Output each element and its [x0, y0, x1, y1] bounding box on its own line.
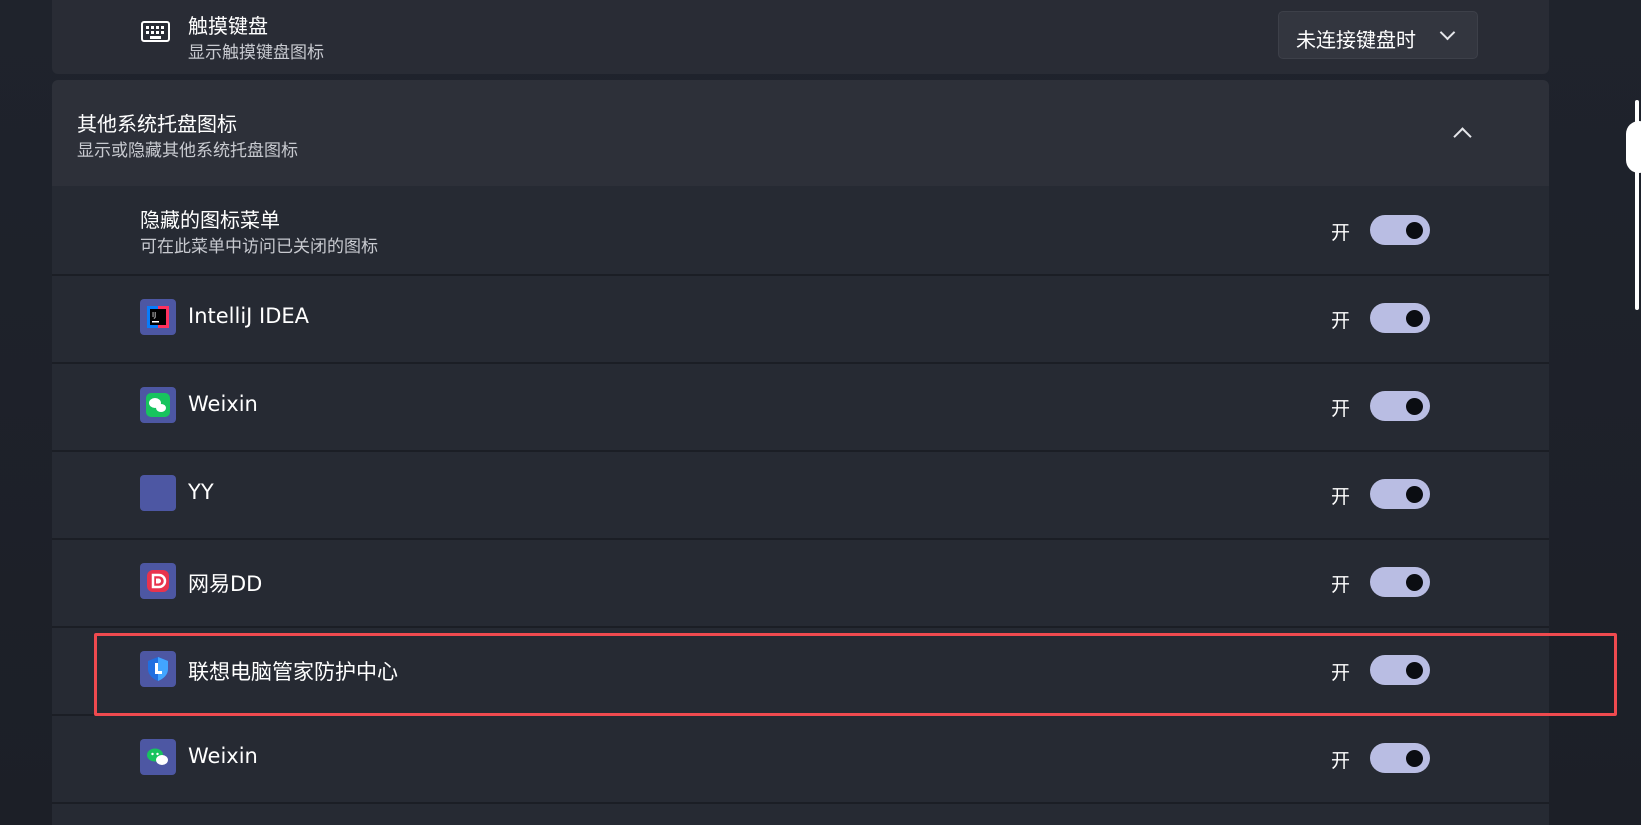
- toggle-state-label: 开: [1331, 222, 1351, 244]
- toggle-state-label: 开: [1331, 750, 1351, 772]
- toggle-state-label: 开: [1331, 310, 1351, 332]
- app-label: YY: [188, 480, 214, 504]
- toggle-state-label: 开: [1331, 486, 1351, 508]
- other-tray-icons-subtitle: 显示或隐藏其他系统托盘图标: [77, 141, 298, 161]
- touch-keyboard-subtitle: 显示触摸键盘图标: [188, 43, 324, 63]
- touch-keyboard-title: 触摸键盘: [188, 14, 268, 38]
- tray-app-row-yy: YY 开: [52, 450, 1549, 538]
- app-label: IntelliJ IDEA: [188, 304, 310, 328]
- toggle-state-label: 开: [1331, 398, 1351, 420]
- hidden-icon-menu-title: 隐藏的图标菜单: [140, 208, 280, 232]
- touch-keyboard-card: 触摸键盘 显示触摸键盘图标 未连接键盘时: [52, 0, 1549, 74]
- app-label: 网易DD: [188, 572, 263, 596]
- highlight-box: [94, 633, 1617, 716]
- tray-app-row-netease-dd: 网易DD 开: [52, 538, 1549, 626]
- yy-toggle[interactable]: [1370, 479, 1430, 509]
- tray-app-row-partial: [52, 802, 1549, 825]
- intellij-idea-icon: IJ: [140, 299, 176, 335]
- hidden-icon-menu-toggle[interactable]: [1370, 215, 1430, 245]
- toggle-knob: [1406, 398, 1423, 415]
- app-label: Weixin: [188, 744, 258, 768]
- tray-app-row-weixin: Weixin 开: [52, 714, 1549, 802]
- weixin-toggle[interactable]: [1370, 743, 1430, 773]
- touch-keyboard-dropdown[interactable]: 未连接键盘时: [1278, 11, 1478, 59]
- keyboard-icon: [141, 21, 170, 42]
- intellij-idea-toggle[interactable]: [1370, 303, 1430, 333]
- weixin-icon: [140, 739, 176, 775]
- toggle-knob: [1406, 222, 1423, 239]
- toggle-knob: [1406, 574, 1423, 591]
- hidden-icon-menu-subtitle: 可在此菜单中访问已关闭的图标: [140, 237, 378, 257]
- weixin-toggle[interactable]: [1370, 391, 1430, 421]
- toggle-state-label: 开: [1331, 574, 1351, 596]
- hidden-icon-menu-row: 隐藏的图标菜单 可在此菜单中访问已关闭的图标 开: [52, 186, 1549, 274]
- other-tray-icons-header[interactable]: 其他系统托盘图标 显示或隐藏其他系统托盘图标: [52, 80, 1549, 186]
- netease-dd-toggle[interactable]: [1370, 567, 1430, 597]
- chevron-down-icon: [1439, 24, 1456, 41]
- yy-icon: [140, 475, 176, 511]
- dropdown-selected-value: 未连接键盘时: [1296, 28, 1416, 52]
- toggle-knob: [1406, 750, 1423, 767]
- app-label: Weixin: [188, 392, 258, 416]
- weixin-icon: [140, 387, 176, 423]
- netease-dd-icon: [140, 563, 176, 599]
- scrollbar-thumb[interactable]: [1626, 121, 1641, 173]
- toggle-knob: [1406, 310, 1423, 327]
- svg-text:IJ: IJ: [152, 311, 156, 319]
- tray-app-row-weixin: Weixin 开: [52, 362, 1549, 450]
- other-tray-icons-title: 其他系统托盘图标: [77, 112, 237, 136]
- tray-app-row-intellij-idea: IJ IntelliJ IDEA 开: [52, 274, 1549, 362]
- toggle-knob: [1406, 486, 1423, 503]
